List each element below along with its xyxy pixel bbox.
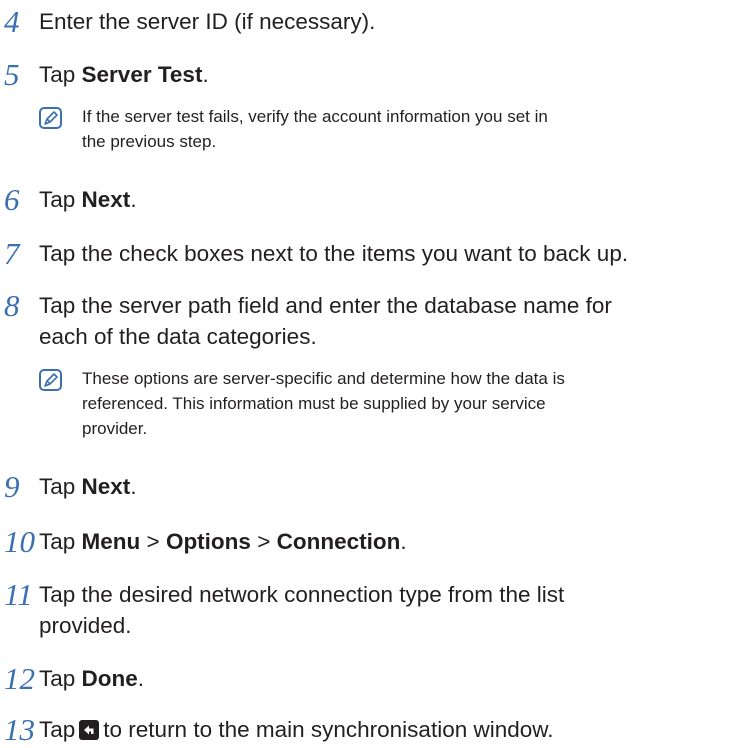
step-text-prefix: Tap — [39, 474, 82, 499]
options-label: Options — [165, 529, 251, 554]
step-text: Tap Menu > Options > Connection. — [39, 526, 719, 557]
next-label: Next — [81, 474, 131, 499]
step-text: Tap Next. — [39, 471, 719, 502]
next-label: Next — [81, 187, 131, 212]
step-number: 6 — [4, 182, 20, 217]
separator: > — [250, 529, 277, 554]
step-number: 13 — [4, 712, 35, 747]
step-text: Tap Server Test. — [39, 59, 719, 90]
step-text-suffix: . — [130, 474, 137, 499]
step-text: Tap Done. — [39, 663, 719, 694]
separator: > — [140, 529, 166, 554]
step-line: provided. — [39, 613, 132, 638]
step-text-suffix: to return to the main synchronisation wi… — [103, 717, 554, 742]
step-text: Tap the server path field and enter the … — [39, 290, 719, 352]
connection-label: Connection — [276, 529, 401, 554]
note-line: If the server test fails, verify the acc… — [82, 107, 548, 126]
step-number: 9 — [4, 469, 20, 504]
note-line: the previous step. — [82, 132, 217, 151]
step-text: Tap the desired network connection type … — [39, 579, 719, 641]
step-text: Tap Next. — [39, 184, 719, 215]
note-line: referenced. This information must be sup… — [82, 394, 546, 413]
server-test-label: Server Test — [81, 62, 203, 87]
step-text-prefix: Tap — [39, 717, 76, 742]
note-icon — [39, 107, 62, 129]
step-text-suffix: . — [400, 529, 407, 554]
step-text-prefix: Tap — [39, 62, 82, 87]
note-line: These options are server-specific and de… — [82, 369, 565, 388]
menu-label: Menu — [81, 529, 141, 554]
step-text-prefix: Tap — [39, 529, 82, 554]
back-arrow-icon — [79, 720, 100, 740]
step-number: 8 — [4, 288, 20, 323]
step-text: Tap the check boxes next to the items yo… — [39, 241, 629, 266]
step-number: 10 — [4, 524, 35, 559]
step-number: 12 — [4, 661, 35, 696]
step-text-prefix: Tap — [39, 187, 82, 212]
step-text-suffix: . — [202, 62, 209, 87]
step-text-suffix: . — [130, 187, 137, 212]
step-number: 4 — [4, 4, 20, 39]
step-text-suffix: . — [137, 666, 145, 691]
note-line: provider. — [82, 419, 148, 438]
note-text: These options are server-specific and de… — [82, 366, 722, 441]
step-text: Tap to return to the main synchronisatio… — [39, 714, 719, 745]
step-line: Tap the server path field and enter the … — [39, 293, 612, 318]
step-number: 11 — [4, 577, 33, 612]
step-number: 5 — [4, 57, 20, 92]
step-line: Tap the desired network connection type … — [39, 582, 565, 607]
step-text: Enter the server ID (if necessary). — [39, 9, 376, 34]
step-text-prefix: Tap — [39, 666, 82, 691]
step-number: 7 — [4, 236, 20, 271]
note-icon — [39, 369, 62, 391]
manual-page: 4 Enter the server ID (if necessary). 5 … — [0, 0, 733, 748]
done-label: Done — [81, 666, 138, 691]
step-line: each of the data categories. — [39, 324, 317, 349]
note-text: If the server test fails, verify the acc… — [82, 104, 722, 154]
